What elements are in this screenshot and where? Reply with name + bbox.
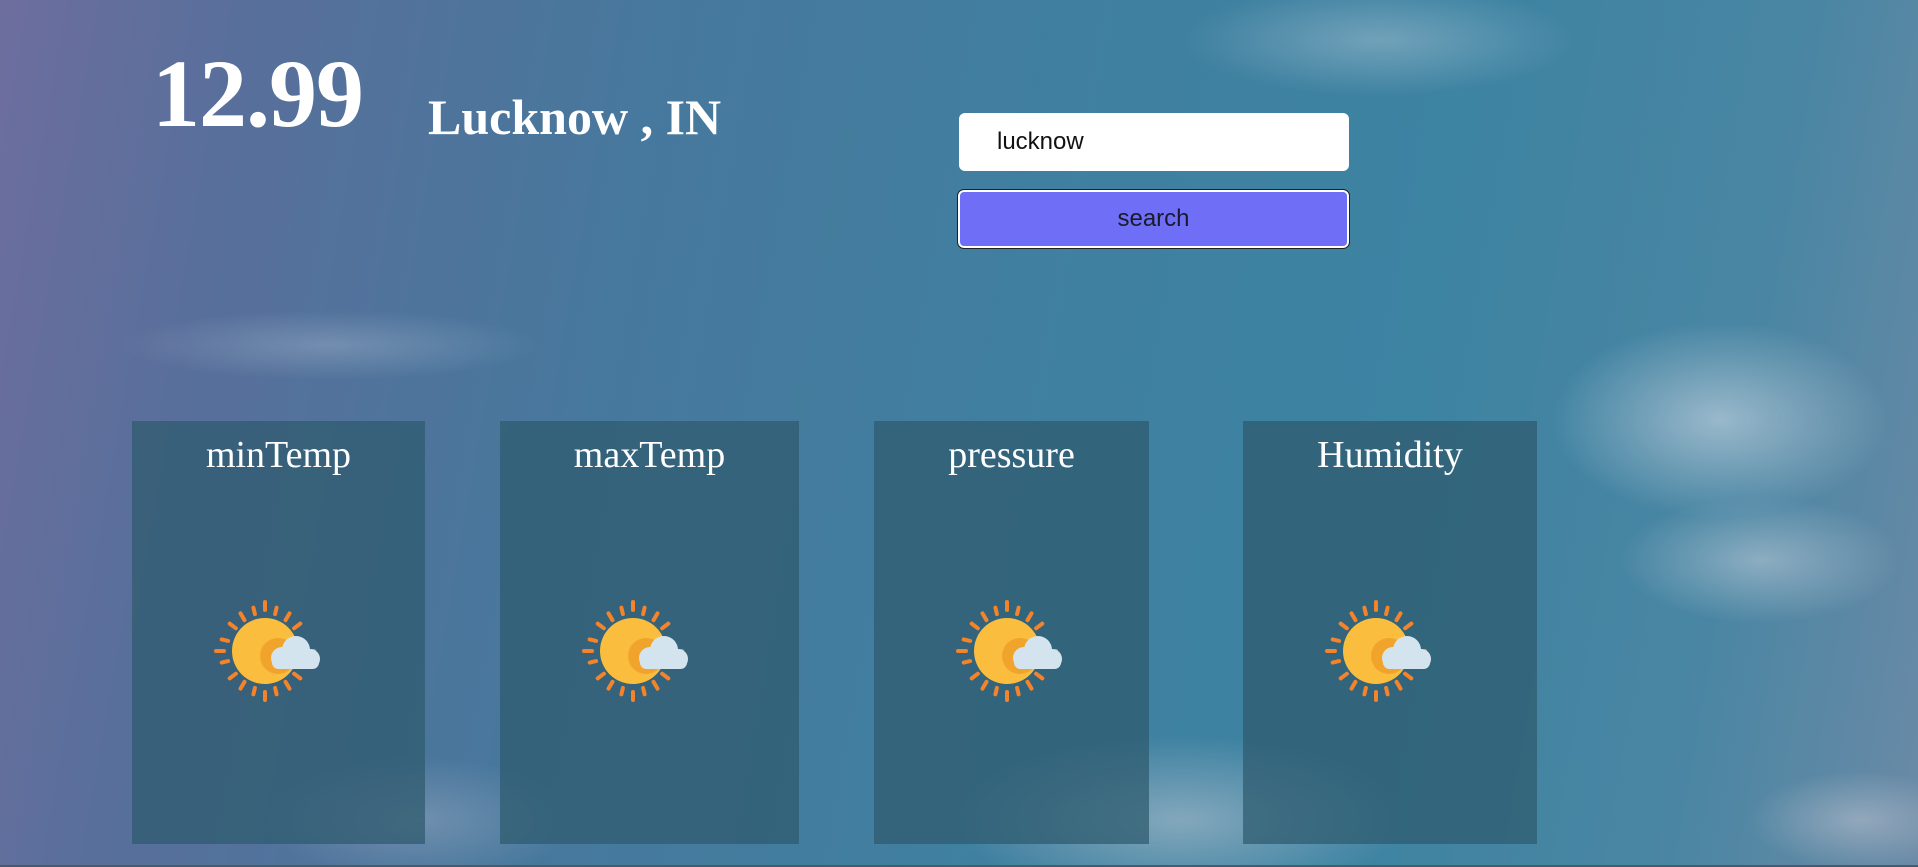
- card-title: maxTemp: [573, 434, 726, 476]
- card-title: pressure: [948, 434, 1075, 476]
- search-button[interactable]: search: [957, 189, 1350, 249]
- partly-sunny-icon: [1325, 600, 1433, 702]
- location-name: Lucknow , IN: [428, 89, 722, 145]
- partly-sunny-icon: [582, 600, 690, 702]
- current-temperature: 12.99: [152, 40, 364, 147]
- city-search-input[interactable]: [959, 113, 1349, 171]
- partly-sunny-icon: [956, 600, 1064, 702]
- partly-sunny-icon: [214, 600, 322, 702]
- card-title: Humidity: [1317, 434, 1463, 476]
- card-title: minTemp: [205, 434, 352, 476]
